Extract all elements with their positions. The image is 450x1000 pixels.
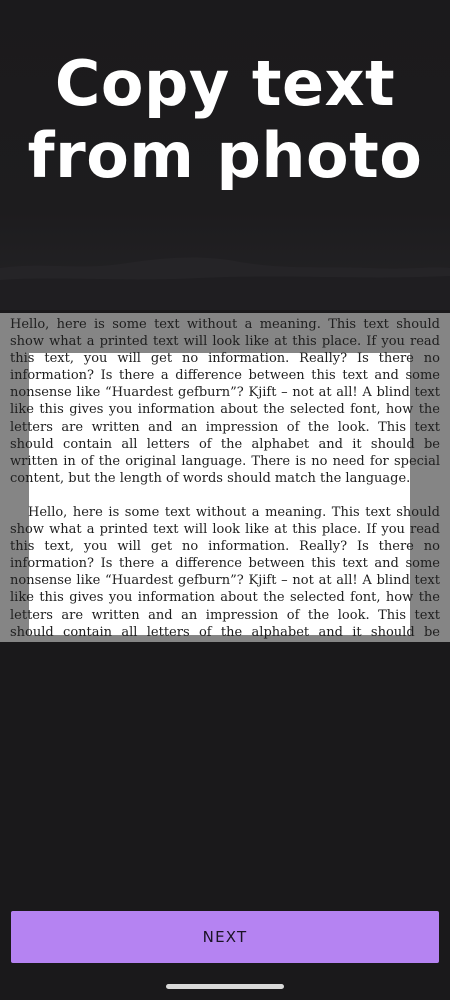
next-button[interactable]: NEXT bbox=[11, 911, 439, 963]
page-title: Copy text from photo bbox=[0, 48, 450, 192]
home-indicator[interactable] bbox=[166, 984, 284, 989]
photo-text: Hello, here is some text without a meani… bbox=[10, 316, 440, 642]
title-line-1: Copy text bbox=[54, 47, 396, 120]
photo-paragraph: Hello, here is some text without a meani… bbox=[10, 504, 440, 642]
title-line-2: from photo bbox=[27, 119, 423, 192]
hero-banner: Copy text from photo bbox=[0, 0, 450, 310]
photo-paragraph: Hello, here is some text without a meani… bbox=[10, 317, 440, 486]
hills-background bbox=[0, 257, 450, 310]
sample-photo: Hello, here is some text without a meani… bbox=[0, 313, 450, 642]
onboarding-screen: Copy text from photo Hello, here is some… bbox=[0, 0, 450, 1000]
